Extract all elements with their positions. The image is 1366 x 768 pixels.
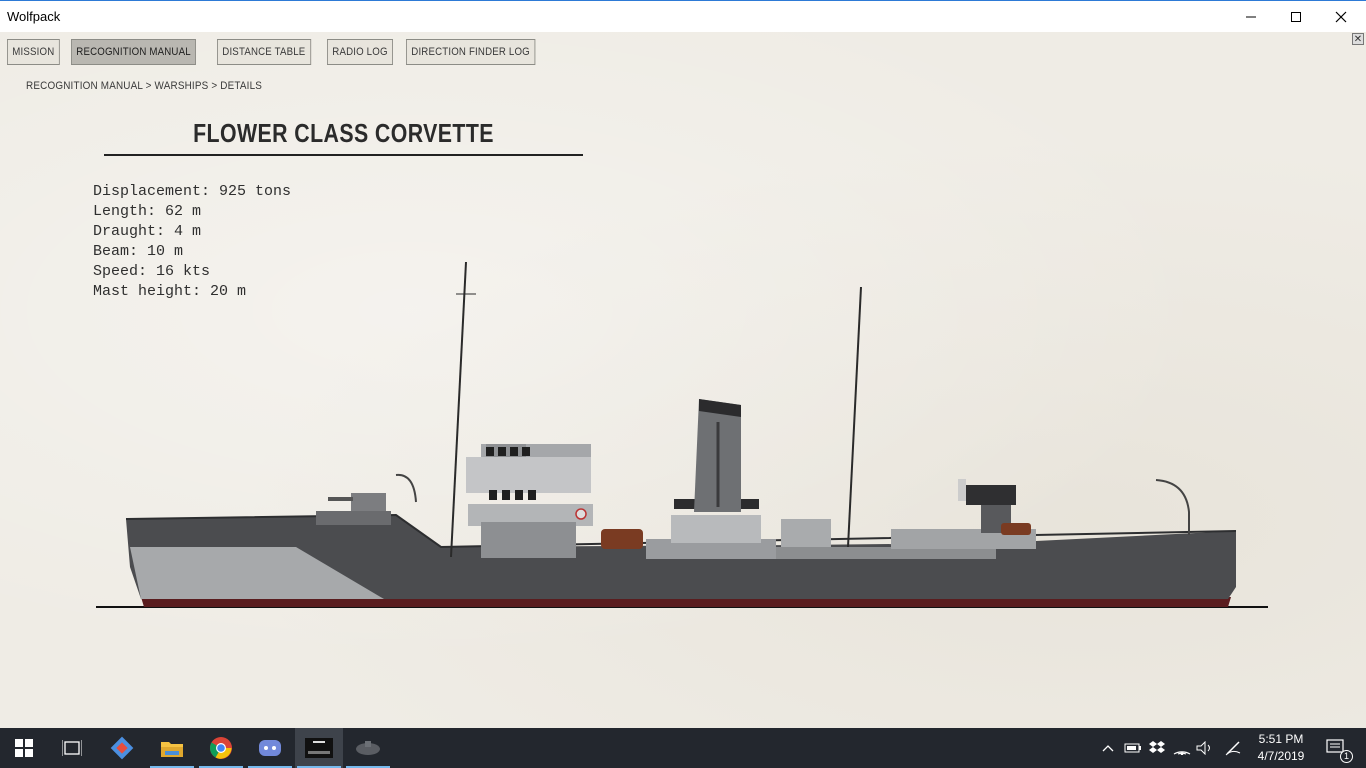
dropbox-button[interactable] xyxy=(1147,728,1167,768)
file-explorer-icon xyxy=(161,742,183,757)
recognition-manual-page: ✕ MISSION RECOGNITION MANUAL DISTANCE TA… xyxy=(0,32,1366,728)
action-center-button[interactable]: 1 xyxy=(1320,728,1353,768)
taskbar-chrome[interactable] xyxy=(197,728,245,768)
taskbar-submarine-app[interactable] xyxy=(344,728,392,768)
tab-radio-log[interactable]: RADIO LOG xyxy=(327,39,394,65)
taskbar-git-app[interactable] xyxy=(98,728,146,768)
spec-draught: Draught: 4 m xyxy=(93,223,202,240)
show-hidden-icons-button[interactable] xyxy=(1100,728,1116,768)
window-title: Wolfpack xyxy=(7,9,61,24)
pen-workspace-button[interactable] xyxy=(1222,728,1244,768)
top-tab-bar: MISSION RECOGNITION MANUAL DISTANCE TABL… xyxy=(7,39,553,65)
volume-button[interactable] xyxy=(1195,728,1215,768)
battery-icon xyxy=(1124,743,1141,753)
wifi-button[interactable] xyxy=(1172,728,1192,768)
dropbox-icon xyxy=(1149,741,1165,753)
git-icon xyxy=(110,736,134,760)
speaker-icon xyxy=(1196,741,1210,755)
notification-count-badge: 1 xyxy=(1340,750,1353,763)
maximize-icon xyxy=(1291,11,1301,22)
breadcrumb: RECOGNITION MANUAL > WARSHIPS > DETAILS xyxy=(26,80,263,92)
close-icon xyxy=(1335,11,1347,22)
taskbar: 5:51 PM 4/7/2019 1 xyxy=(0,728,1366,768)
wolfpack-app-icon xyxy=(305,738,333,758)
clock-time: 5:51 PM xyxy=(1258,732,1304,746)
ship-title: FLOWER CLASS CORVETTE xyxy=(193,118,494,148)
tab-distance-table[interactable]: DISTANCE TABLE xyxy=(216,39,311,65)
pen-icon xyxy=(1225,741,1241,756)
spec-length: Length: 62 m xyxy=(93,203,202,220)
taskbar-wolfpack[interactable] xyxy=(295,728,343,768)
clock-date: 4/7/2019 xyxy=(1257,749,1305,763)
window-title-bar: Wolfpack xyxy=(0,0,1366,32)
task-view-icon xyxy=(62,740,82,756)
minimize-button[interactable] xyxy=(1228,1,1274,32)
battery-button[interactable] xyxy=(1123,728,1143,768)
chrome-icon xyxy=(210,737,232,759)
close-button[interactable] xyxy=(1318,1,1364,32)
ship-illustration xyxy=(96,261,1268,608)
taskbar-clock[interactable]: 5:51 PM 4/7/2019 xyxy=(1250,731,1312,765)
chevron-up-icon xyxy=(1102,745,1114,752)
panel-close-button[interactable]: ✕ xyxy=(1352,33,1364,45)
tab-direction-finder-log[interactable]: DIRECTION FINDER LOG xyxy=(406,39,536,65)
spec-displacement: Displacement: 925 tons xyxy=(93,183,292,200)
wifi-icon xyxy=(1173,751,1191,755)
submarine-app-icon xyxy=(356,741,380,755)
task-view-button[interactable] xyxy=(48,728,96,768)
title-underline xyxy=(104,154,583,156)
tab-mission[interactable]: MISSION xyxy=(7,39,60,65)
maximize-button[interactable] xyxy=(1273,1,1319,32)
taskbar-discord[interactable] xyxy=(246,728,294,768)
tab-recognition-manual[interactable]: RECOGNITION MANUAL xyxy=(70,39,196,65)
discord-icon xyxy=(259,740,281,756)
windows-start-icon xyxy=(15,739,33,757)
start-button[interactable] xyxy=(0,728,48,768)
minimize-icon xyxy=(1246,16,1256,17)
taskbar-file-explorer[interactable] xyxy=(148,728,196,768)
